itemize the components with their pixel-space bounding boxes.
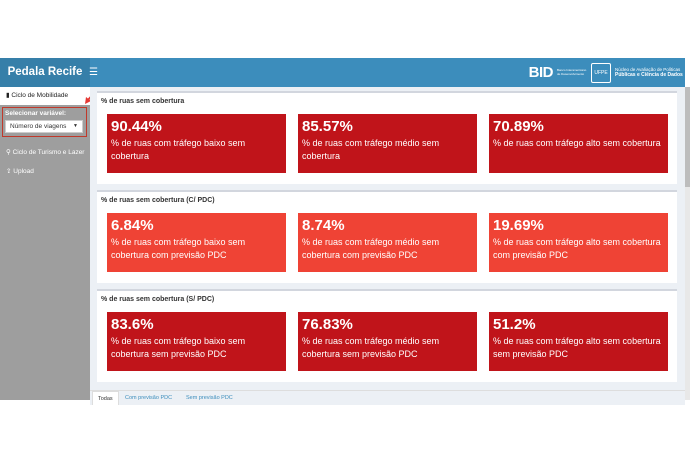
sidebar-item-ciclo-mobilidade[interactable]: ▮ Ciclo de Mobilidade <box>0 87 90 105</box>
bicycle-icon: ⚲ <box>6 149 13 156</box>
value-box: 90.44% % de ruas com tráfego baixo sem c… <box>107 114 286 173</box>
menu-toggle-icon[interactable]: ☰ <box>89 58 101 87</box>
scrollbar-thumb[interactable] <box>685 87 690 187</box>
value-box-label: % de ruas com tráfego baixo sem cobertur… <box>111 336 246 359</box>
top-header: Pedala Recife ☰ BID Banco Interamericano… <box>0 58 685 87</box>
value-box-number: 6.84% <box>111 217 154 234</box>
app-title[interactable]: Pedala Recife <box>0 58 90 87</box>
bid-logo: BID <box>528 64 554 81</box>
value-box: 8.74% % de ruas com tráfego médio sem co… <box>298 213 477 272</box>
section-sem-pdc: % de ruas sem cobertura (S/ PDC) 83.6% %… <box>97 289 677 382</box>
value-box-label: % de ruas com tráfego médio sem cobertur… <box>302 138 440 161</box>
tab-todas[interactable]: Todas <box>92 391 119 405</box>
bid-subtitle: Banco Interamericano de Desenvolvimento <box>557 68 587 76</box>
value-box-label: % de ruas com tráfego alto sem cobertura <box>493 138 661 148</box>
value-box-number: 90.44% <box>111 118 162 135</box>
value-box-label: % de ruas com tráfego alto sem cobertura… <box>493 336 661 359</box>
value-box: 19.69% % de ruas com tráfego alto sem co… <box>489 213 668 272</box>
sidebar-item-upload[interactable]: ⇪ Upload <box>6 167 34 175</box>
value-box: 51.2% % de ruas com tráfego alto sem cob… <box>489 312 668 371</box>
value-box-number: 8.74% <box>302 217 345 234</box>
tab-com-previsao[interactable]: Com previsão PDC <box>120 391 177 404</box>
value-box-number: 19.69% <box>493 217 544 234</box>
section-sem-cobertura: % de ruas sem cobertura 90.44% % de ruas… <box>97 91 677 184</box>
sidebar-item-label: Ciclo de Mobilidade <box>11 92 69 99</box>
chevron-down-icon: ▼ <box>73 123 78 129</box>
nucleo-line2: Públicas e Ciência de Dados <box>615 72 683 78</box>
value-box-label: % de ruas com tráfego médio sem cobertur… <box>302 237 440 260</box>
select-variable-label: Selecionar variável: <box>5 110 67 117</box>
nucleo-text: Núcleo de Avaliação de Políticas Pública… <box>615 67 685 78</box>
section-title: % de ruas sem cobertura (S/ PDC) <box>101 296 215 303</box>
sidebar-item-turismo[interactable]: ⚲ Ciclo de Turismo e Lazer <box>6 148 84 156</box>
value-box-label: % de ruas com tráfego alto sem cobertura… <box>493 237 661 260</box>
filter-tabs: Todas Com previsão PDC Sem previsão PDC <box>90 390 685 405</box>
ufpe-logo: UFPE <box>591 62 611 83</box>
value-box-label: % de ruas com tráfego médio sem cobertur… <box>302 336 440 359</box>
value-box-number: 51.2% <box>493 316 536 333</box>
value-box-number: 76.83% <box>302 316 353 333</box>
main-content: % de ruas sem cobertura 90.44% % de ruas… <box>90 87 685 400</box>
tab-sem-previsao[interactable]: Sem previsão PDC <box>181 391 238 404</box>
variable-select-value: Número de viagens <box>10 123 67 130</box>
value-box: 76.83% % de ruas com tráfego médio sem c… <box>298 312 477 371</box>
value-box-number: 83.6% <box>111 316 154 333</box>
section-title: % de ruas sem cobertura (C/ PDC) <box>101 197 215 204</box>
partner-logos: BID Banco Interamericano de Desenvolvime… <box>529 61 685 84</box>
section-com-pdc: % de ruas sem cobertura (C/ PDC) 6.84% %… <box>97 190 677 283</box>
sidebar: ▮ Ciclo de Mobilidade Selecionar variáve… <box>0 87 90 400</box>
value-box: 6.84% % de ruas com tráfego baixo sem co… <box>107 213 286 272</box>
section-title: % de ruas sem cobertura <box>101 98 185 105</box>
value-box: 83.6% % de ruas com tráfego baixo sem co… <box>107 312 286 371</box>
value-box-number: 85.57% <box>302 118 353 135</box>
sidebar-item-label: Ciclo de Turismo e Lazer <box>12 149 85 156</box>
variable-select[interactable]: Número de viagens ▼ <box>5 120 83 133</box>
value-box-number: 70.89% <box>493 118 544 135</box>
sidebar-item-label: Upload <box>13 168 34 175</box>
scrollbar[interactable] <box>685 87 690 400</box>
value-box-label: % de ruas com tráfego baixo sem cobertur… <box>111 237 246 260</box>
value-box: 85.57% % de ruas com tráfego médio sem c… <box>298 114 477 173</box>
value-box-label: % de ruas com tráfego baixo sem cobertur… <box>111 138 246 161</box>
value-box: 70.89% % de ruas com tráfego alto sem co… <box>489 114 668 173</box>
